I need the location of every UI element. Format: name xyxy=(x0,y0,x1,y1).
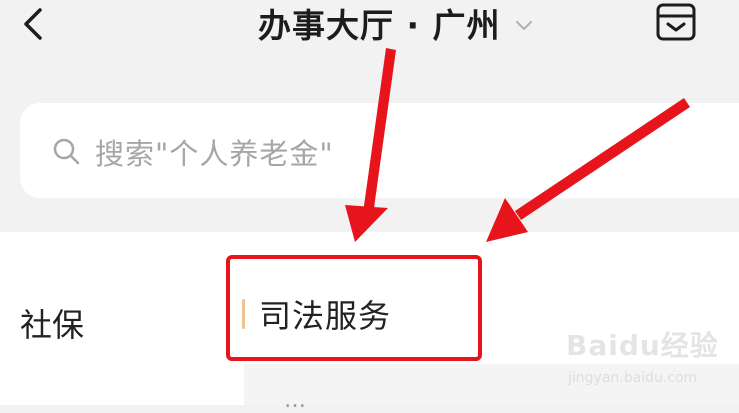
sidebar: 社保 xyxy=(0,232,218,405)
watermark-main: Baidu经验 xyxy=(566,329,719,362)
list-item-partial-text: … xyxy=(284,388,306,413)
inbox-box-icon[interactable] xyxy=(654,2,698,42)
search-icon xyxy=(53,138,80,165)
search-bar[interactable]: 搜索"个人养老金" xyxy=(20,103,739,198)
top-bar: 办事大厅 · 广州 xyxy=(0,0,739,85)
highlight-box xyxy=(226,255,482,361)
page-title: 办事大厅 · 广州 xyxy=(258,5,501,45)
watermark-sub: jingyan.baidu.com xyxy=(568,370,698,386)
chevron-down-icon xyxy=(515,20,532,30)
search-placeholder: 搜索"个人养老金" xyxy=(95,137,334,171)
title-dropdown[interactable]: 办事大厅 · 广州 xyxy=(258,0,533,45)
watermark-logo: Baidu经验 jingyan.baidu.com xyxy=(566,320,731,400)
sidebar-item-social-security[interactable]: 社保 xyxy=(20,300,84,346)
chevron-left-icon[interactable] xyxy=(14,4,54,44)
